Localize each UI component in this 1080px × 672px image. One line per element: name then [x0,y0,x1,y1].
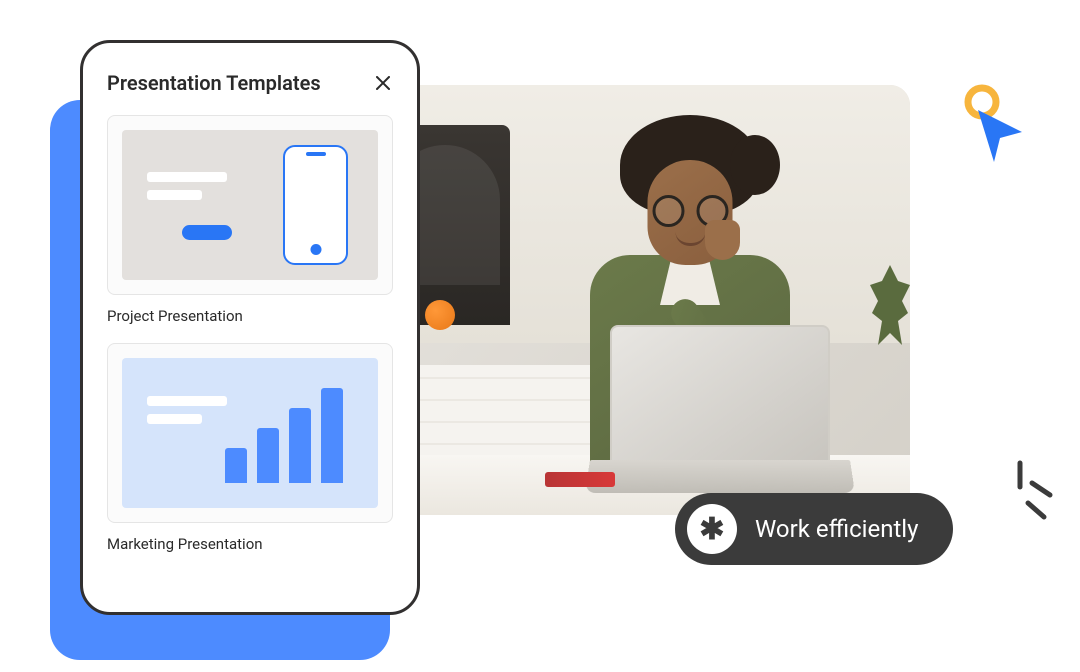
close-button[interactable] [373,73,393,93]
phone-icon [283,145,348,265]
template-label: Marketing Presentation [107,535,393,553]
template-preview [122,130,378,280]
template-label: Project Presentation [107,307,393,325]
template-card-marketing[interactable] [107,343,393,523]
template-card-project[interactable] [107,115,393,295]
badge-text: Work efficiently [755,515,919,543]
cursor-decoration-icon [950,80,1030,170]
bar-chart-icon [225,388,343,483]
spark-lines-icon [1000,455,1060,525]
panel-title: Presentation Templates [107,71,321,95]
templates-panel: Presentation Templates Project Presentat… [80,40,420,615]
panel-header: Presentation Templates [107,71,393,95]
template-preview [122,358,378,508]
hero-photo [370,85,910,515]
efficiency-badge: ✱ Work efficiently [675,493,953,565]
asterisk-icon: ✱ [687,504,737,554]
close-icon [376,76,390,90]
